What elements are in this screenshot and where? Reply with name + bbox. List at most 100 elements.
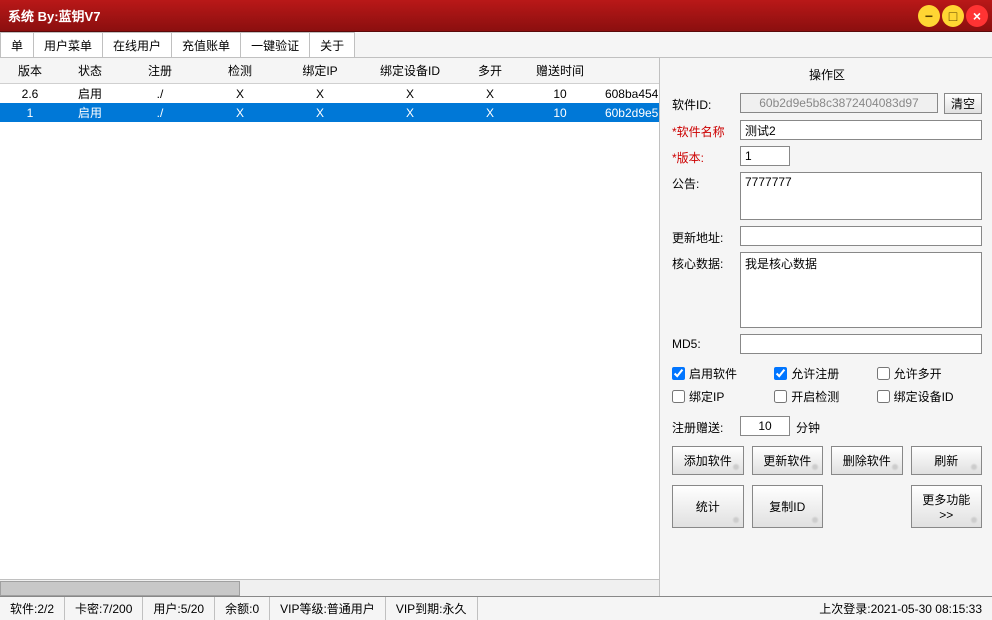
table-cell: X <box>280 103 360 122</box>
software-id-field <box>740 93 938 113</box>
update-url-field[interactable] <box>740 226 982 246</box>
table-cell: ./ <box>120 103 200 122</box>
version-field[interactable] <box>740 146 790 166</box>
checkbox-label: 绑定IP <box>689 388 724 405</box>
copy-id-button[interactable]: 复制ID <box>752 485 824 528</box>
checkbox-label: 允许注册 <box>791 365 839 382</box>
window-title: 系统 By:蓝钥V7 <box>8 6 100 25</box>
checkbox-group: 启用软件 允许注册 允许多开绑定IP 开启检测 绑定设备ID <box>672 362 982 408</box>
menu-item-0[interactable]: 单 <box>0 32 34 57</box>
md5-field[interactable] <box>740 334 982 354</box>
label-update-url: 更新地址: <box>672 226 734 246</box>
more-functions-button[interactable]: 更多功能>> <box>911 485 983 528</box>
label-announcement: 公告: <box>672 172 734 192</box>
table-cell: X <box>360 103 460 122</box>
checkbox-2[interactable] <box>877 367 890 380</box>
left-panel: 版本状态注册检测绑定IP绑定设备ID多开赠送时间 2.6启用./XXXX1060… <box>0 58 660 596</box>
horizontal-scrollbar[interactable] <box>0 579 659 596</box>
status-last-login: 上次登录:2021-05-30 08:15:33 <box>809 597 992 620</box>
table-header-3[interactable]: 检测 <box>200 58 280 84</box>
table-header-2[interactable]: 注册 <box>120 58 200 84</box>
table-cell: 10 <box>520 103 600 122</box>
checkbox-5[interactable] <box>877 390 890 403</box>
check-item-2: 允许多开 <box>877 362 979 385</box>
checkbox-label: 允许多开 <box>894 365 942 382</box>
checkbox-label: 启用软件 <box>689 365 737 382</box>
close-button[interactable]: × <box>966 5 988 27</box>
label-core-data: 核心数据: <box>672 252 734 272</box>
table-cell: X <box>280 84 360 104</box>
status-user: 用户:5/20 <box>143 597 215 620</box>
label-software-id: 软件ID: <box>672 93 734 113</box>
operation-panel: 操作区 软件ID: 清空 *软件名称 *版本: 公告: 7777777 更新地址… <box>660 58 992 596</box>
status-software: 软件:2/2 <box>0 597 65 620</box>
check-item-4: 开启检测 <box>774 385 876 408</box>
table-cell: 启用 <box>60 84 120 104</box>
table-header-1[interactable]: 状态 <box>60 58 120 84</box>
status-vip-expire: VIP到期:永久 <box>386 597 478 620</box>
status-kami: 卡密:7/200 <box>65 597 143 620</box>
menu-item-online[interactable]: 在线用户 <box>102 32 172 57</box>
label-minutes: 分钟 <box>796 416 820 436</box>
reg-gift-field[interactable] <box>740 416 790 436</box>
label-software-name: *软件名称 <box>672 120 734 140</box>
menu-item-verify[interactable]: 一键验证 <box>240 32 310 57</box>
checkbox-1[interactable] <box>774 367 787 380</box>
button-row-2: 统计复制ID 更多功能>> <box>672 485 982 528</box>
button-row-1: 添加软件更新软件删除软件刷新 <box>672 446 982 475</box>
checkbox-3[interactable] <box>672 390 685 403</box>
core-data-field[interactable]: 我是核心数据 <box>740 252 982 328</box>
minimize-button[interactable]: − <box>918 5 940 27</box>
table-cell: X <box>460 84 520 104</box>
check-item-0: 启用软件 <box>672 362 774 385</box>
status-balance: 余额:0 <box>215 597 270 620</box>
check-item-3: 绑定IP <box>672 385 774 408</box>
table-cell: X <box>200 84 280 104</box>
checkbox-0[interactable] <box>672 367 685 380</box>
panel-title: 操作区 <box>672 66 982 83</box>
table-header-8[interactable] <box>600 58 659 84</box>
label-version: *版本: <box>672 146 734 166</box>
check-item-5: 绑定设备ID <box>877 385 979 408</box>
table-cell: X <box>460 103 520 122</box>
table-cell: 启用 <box>60 103 120 122</box>
window-controls: − □ × <box>918 5 988 27</box>
table-header-0[interactable]: 版本 <box>0 58 60 84</box>
titlebar: 系统 By:蓝钥V7 − □ × <box>0 0 992 32</box>
table-row[interactable]: 2.6启用./XXXX10608ba4541 <box>0 84 659 104</box>
table-header-6[interactable]: 多开 <box>460 58 520 84</box>
table-cell: ./ <box>120 84 200 104</box>
table-header-7[interactable]: 赠送时间 <box>520 58 600 84</box>
status-vip-level: VIP等级:普通用户 <box>270 597 386 620</box>
menu-item-about[interactable]: 关于 <box>309 32 355 57</box>
software-name-field[interactable] <box>740 120 982 140</box>
statusbar: 软件:2/2 卡密:7/200 用户:5/20 余额:0 VIP等级:普通用户 … <box>0 596 992 620</box>
table-cell: 608ba4541 <box>600 84 659 104</box>
table-header-5[interactable]: 绑定设备ID <box>360 58 460 84</box>
table-cell: 10 <box>520 84 600 104</box>
clear-button[interactable]: 清空 <box>944 93 982 114</box>
software-table[interactable]: 版本状态注册检测绑定IP绑定设备ID多开赠送时间 2.6启用./XXXX1060… <box>0 58 659 579</box>
scrollbar-thumb[interactable] <box>0 581 240 596</box>
delete-software-button[interactable]: 删除软件 <box>831 446 903 475</box>
table-row[interactable]: 1启用./XXXX1060b2d9e5b <box>0 103 659 122</box>
stats-button[interactable]: 统计 <box>672 485 744 528</box>
table-cell: X <box>360 84 460 104</box>
check-item-1: 允许注册 <box>774 362 876 385</box>
table-cell: X <box>200 103 280 122</box>
update-software-button[interactable]: 更新软件 <box>752 446 824 475</box>
table-cell: 2.6 <box>0 84 60 104</box>
maximize-button[interactable]: □ <box>942 5 964 27</box>
menubar: 单 用户菜单 在线用户 充值账单 一键验证 关于 <box>0 32 992 58</box>
checkbox-label: 绑定设备ID <box>894 388 954 405</box>
table-header-4[interactable]: 绑定IP <box>280 58 360 84</box>
menu-item-user[interactable]: 用户菜单 <box>33 32 103 57</box>
checkbox-label: 开启检测 <box>791 388 839 405</box>
table-cell: 1 <box>0 103 60 122</box>
checkbox-4[interactable] <box>774 390 787 403</box>
add-software-button[interactable]: 添加软件 <box>672 446 744 475</box>
table-cell: 60b2d9e5b <box>600 103 659 122</box>
refresh-button[interactable]: 刷新 <box>911 446 983 475</box>
menu-item-recharge[interactable]: 充值账单 <box>171 32 241 57</box>
announcement-field[interactable]: 7777777 <box>740 172 982 220</box>
